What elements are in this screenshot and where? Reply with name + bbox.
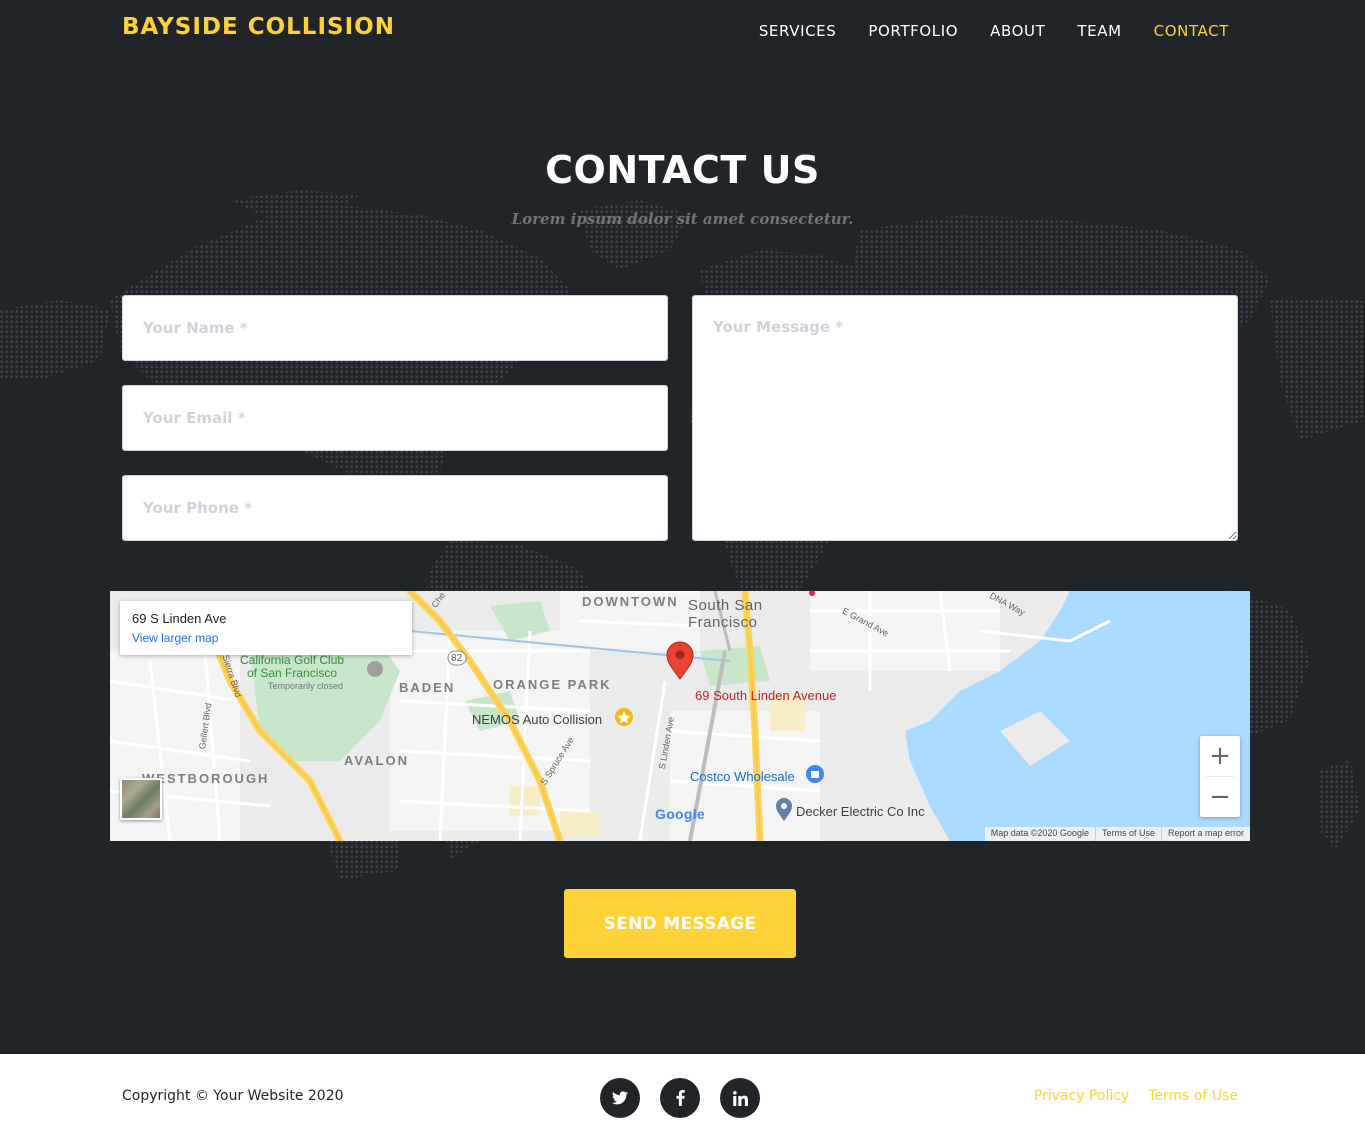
footer: Copyright © Your Website 2020 Privacy Po… — [0, 1054, 1365, 1134]
brand-logo[interactable]: BAYSIDE COLLISION — [122, 14, 395, 40]
map-label-downtown: DOWNTOWN — [582, 594, 679, 609]
google-map[interactable]: DOWNTOWN South San Francisco E Grand Ave… — [110, 591, 1250, 841]
map-info-title: 69 S Linden Ave — [132, 611, 227, 626]
section-subheading: Lorem ipsum dolor sit amet consectetur. — [511, 210, 854, 228]
email-input[interactable] — [122, 385, 668, 451]
map-info-card: 69 S Linden Ave View larger map — [120, 601, 412, 655]
zoom-control: + − — [1200, 736, 1240, 817]
map-attribution: Map data ©2020 Google Terms of Use Repor… — [984, 827, 1250, 841]
map-label-route-82: 82 — [451, 653, 463, 664]
google-logo: Google — [655, 806, 705, 822]
map-label-city-line2: Francisco — [688, 614, 758, 631]
zoom-in-button[interactable]: + — [1200, 736, 1240, 776]
map-label-decker[interactable]: Decker Electric Co Inc — [796, 804, 925, 819]
map-report-link[interactable]: Report a map error — [1160, 827, 1250, 841]
map-label-golf: California Golf Club of San Francisco — [240, 654, 344, 680]
map-label-city: South San Francisco — [688, 597, 763, 631]
privacy-policy-link[interactable]: Privacy Policy — [1034, 1088, 1129, 1104]
map-label-avalon: AVALON — [344, 753, 409, 768]
phone-input[interactable] — [122, 475, 668, 541]
map-label-golf-status: Temporarily closed — [268, 681, 344, 691]
social-links — [600, 1078, 760, 1118]
nav-item-team[interactable]: TEAM — [1077, 22, 1121, 40]
nav-item-services[interactable]: SERVICES — [759, 22, 837, 40]
map-label-orange-park: ORANGE PARK — [493, 677, 612, 692]
footer-links: Privacy Policy Terms of Use — [1034, 1088, 1238, 1104]
map-data-credit: Map data ©2020 Google — [990, 828, 1089, 838]
zoom-out-button[interactable]: − — [1200, 777, 1240, 817]
google-logo-text: Google — [655, 806, 706, 822]
message-textarea[interactable] — [692, 295, 1238, 541]
map-label-city-line1: South San — [688, 597, 763, 614]
facebook-icon — [675, 1090, 685, 1106]
nav-item-about[interactable]: ABOUT — [990, 22, 1045, 40]
map-label-golf-line2: of San Francisco — [247, 666, 338, 680]
navbar: BAYSIDE COLLISION SERVICES PORTFOLIO ABO… — [0, 0, 1365, 64]
copyright-text: Copyright © Your Website 2020 — [122, 1088, 344, 1104]
map-terms-link[interactable]: Terms of Use — [1094, 827, 1161, 841]
contact-section: BAYSIDE COLLISION SERVICES PORTFOLIO ABO… — [0, 0, 1365, 1054]
view-larger-map-link[interactable]: View larger map — [132, 631, 400, 645]
section-heading: CONTACT US — [545, 148, 820, 192]
map-label-baden: BADEN — [399, 680, 456, 695]
linkedin-icon — [732, 1090, 748, 1106]
send-message-button[interactable]: SEND MESSAGE — [564, 889, 796, 958]
map-label-nemos[interactable]: NEMOS Auto Collision — [472, 712, 602, 727]
nav-item-contact[interactable]: CONTACT — [1154, 22, 1229, 40]
twitter-button[interactable] — [600, 1078, 640, 1118]
map-label-costco[interactable]: Costco Wholesale — [690, 769, 795, 784]
twitter-icon — [612, 1091, 628, 1105]
facebook-button[interactable] — [660, 1078, 700, 1118]
satellite-toggle[interactable] — [120, 778, 162, 820]
map-marker-label[interactable]: 69 South Linden Avenue — [695, 688, 836, 703]
terms-of-use-link[interactable]: Terms of Use — [1148, 1088, 1238, 1104]
linkedin-button[interactable] — [720, 1078, 760, 1118]
nav-item-portfolio[interactable]: PORTFOLIO — [868, 22, 958, 40]
name-input[interactable] — [122, 295, 668, 361]
nav-links: SERVICES PORTFOLIO ABOUT TEAM CONTACT — [759, 22, 1229, 40]
